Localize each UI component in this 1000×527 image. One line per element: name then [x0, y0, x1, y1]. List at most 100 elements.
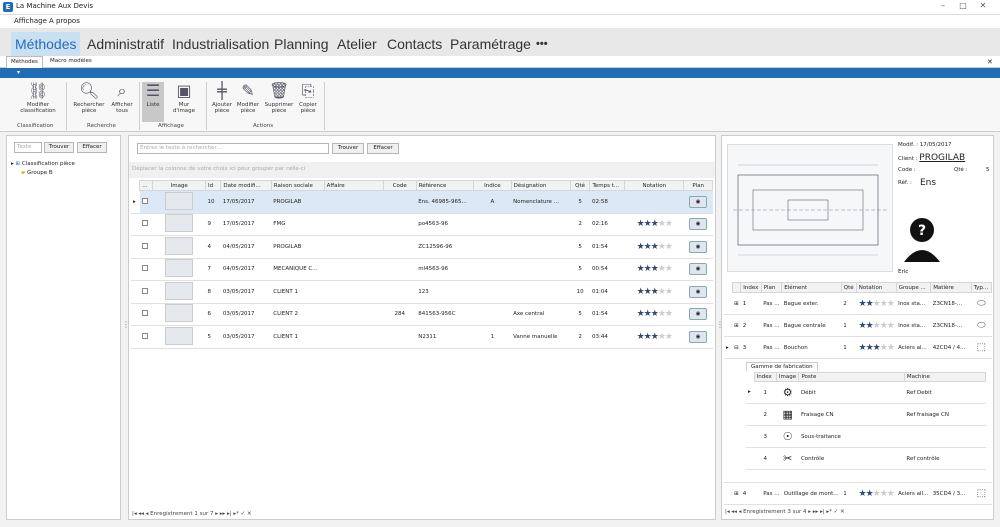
nav-industrialisation[interactable]: Industrialisation [168, 32, 273, 56]
row-checkbox[interactable] [141, 310, 148, 317]
eye-icon[interactable]: ◉ [689, 195, 708, 208]
maximize-icon[interactable]: □ [956, 1, 970, 10]
row-checkbox[interactable] [141, 265, 148, 272]
tree-item-groupe-b[interactable]: ▰ Groupe B [21, 170, 53, 176]
col-index[interactable]: Index [740, 282, 762, 293]
tab-gamme-fabrication[interactable]: Gamme de fabrication [746, 362, 818, 371]
table-row[interactable]: 9 17/05/2017 FMG po4563-96 2 02:16 ★★★★★ ◉ [131, 213, 713, 236]
element-row[interactable]: ▸ ⊟ 3 Pas ... Bouchon 1 ★★★★★ Aciers al... 42CD4… [724, 336, 992, 359]
select-cell[interactable] [139, 213, 153, 236]
col-image[interactable]: Image [775, 372, 800, 382]
nav-more[interactable]: ••• [532, 32, 552, 56]
eye-icon[interactable]: ◉ [689, 240, 708, 253]
close-subtab-icon[interactable]: ✕ [987, 58, 993, 66]
table-row[interactable]: 5 03/05/2017 CLIENT 1 N2311 1 Vanne manuelle 2… [131, 325, 713, 349]
col-plan[interactable]: Plan [760, 282, 783, 293]
row-checkbox[interactable] [141, 197, 148, 204]
right-pager[interactable]: |◂ ◂◂ ◂ Enregistrement 3 sur 4 ▸ ▸▸ ▸| ▸… [725, 509, 845, 515]
nav-planning[interactable]: Planning [270, 32, 333, 56]
mid-find-button[interactable]: Trouver [332, 143, 364, 154]
subtab-methodes[interactable]: Méthodes [6, 56, 43, 68]
row-checkbox[interactable] [141, 242, 148, 249]
col-indice[interactable]: Indice [473, 180, 512, 191]
table-row[interactable]: 6 03/05/2017 CLIENT 2 284 841563-956C Axe cen… [131, 303, 713, 326]
col-element[interactable]: Elément [781, 282, 842, 293]
left-search-input[interactable]: Texte [14, 142, 42, 153]
gamme-row[interactable]: 2 ▦ Fraisage CN Ref fraisage CN [746, 403, 986, 426]
col-type[interactable]: Typ... [970, 282, 993, 293]
expand-icon[interactable]: ⊞ [732, 482, 741, 505]
row-checkbox[interactable] [141, 287, 148, 294]
select-cell[interactable] [139, 258, 153, 281]
element-row[interactable]: ⊞ 4 Pas ... Outillage de mont... 1 ★★★★★ Acier… [724, 482, 992, 505]
add-part-button[interactable]: ╪ Ajouter pièce [210, 82, 234, 115]
nav-methodes[interactable]: Méthodes [11, 32, 81, 56]
nav-contacts[interactable]: Contacts [383, 32, 446, 56]
select-cell[interactable] [139, 280, 153, 304]
col-id[interactable]: Id [205, 180, 222, 191]
select-cell[interactable] [139, 325, 153, 349]
mid-search-input[interactable]: Entrez le texte à rechercher... [137, 143, 329, 154]
expand-icon[interactable]: ⊞ [732, 292, 741, 315]
left-clear-button[interactable]: Effacer [77, 142, 107, 153]
table-row[interactable]: 7 04/05/2017 MECANIQUE C... ml4563-96 5 00:54… [131, 258, 713, 281]
nav-parametrage[interactable]: Paramétrage [446, 32, 535, 56]
tree-item-root[interactable]: ▸ ⊞ Classification pièce [11, 161, 75, 167]
row-checkbox[interactable] [141, 332, 148, 339]
subtab-macro-modeles[interactable]: Macro modèles [50, 58, 92, 64]
menu-a-propos[interactable]: A propos [49, 17, 80, 25]
image-wall-button[interactable]: ▣ Mur d'image [167, 82, 201, 115]
eye-icon[interactable]: ◉ [689, 330, 708, 343]
delete-part-button[interactable]: 🗑︎ Supprimer pièce [263, 82, 295, 115]
col-date[interactable]: Date modifi... [220, 180, 272, 191]
left-find-button[interactable]: Trouver [44, 142, 74, 153]
nav-atelier[interactable]: Atelier [333, 32, 381, 56]
gamme-row[interactable]: ▸ 1 ⚙ Débit Ref Debit [746, 381, 986, 404]
col-raison[interactable]: Raison sociale [270, 180, 325, 191]
mid-pager[interactable]: |◂ ◂◂ ◂ Enregistrement 1 sur 7 ▸ ▸▸ ▸| ▸… [132, 511, 252, 517]
col-notation[interactable]: Notation [624, 180, 685, 191]
chevron-down-icon[interactable]: ▾ [17, 69, 20, 76]
nav-administratif[interactable]: Administratif [83, 32, 168, 56]
search-part-button[interactable]: 🔍︎ Rechercher pièce [72, 82, 106, 115]
select-cell[interactable] [139, 235, 153, 259]
col-groupe[interactable]: Groupe ... [895, 282, 932, 293]
table-row[interactable]: ▸ 10 17/05/2017 PROGILAB Ens. 46985-965... A N… [131, 190, 713, 214]
list-view-button[interactable]: ☰ Liste [142, 82, 164, 122]
col-machine[interactable]: Machine [903, 372, 987, 382]
modify-classification-button[interactable]: ⛓ Modifier classification [17, 82, 59, 115]
col-notation[interactable]: Notation [855, 282, 897, 293]
show-all-button[interactable]: ⌕ Afficher tous [108, 82, 136, 115]
close-icon[interactable]: ✕ [976, 1, 990, 10]
eye-icon[interactable]: ◉ [689, 263, 708, 276]
col-index[interactable]: Index [753, 372, 777, 382]
col-reference[interactable]: Référence [415, 180, 475, 191]
col-code[interactable]: Code [382, 180, 417, 191]
mid-clear-button[interactable]: Effacer [367, 143, 399, 154]
element-row[interactable]: ⊞ 1 Pas ... Bague exter. 2 ★★★★★ Inox sta... Z3… [724, 292, 992, 315]
table-row[interactable]: 8 03/05/2017 CLIENT 1 123 10 01:04 ★★★★★ ◉ [131, 280, 713, 304]
expand-icon[interactable]: ⊞ [732, 314, 741, 337]
eye-icon[interactable]: ◉ [689, 285, 708, 298]
gamme-row[interactable]: 4 ✂ Contrôle Ref contrôle [746, 447, 986, 470]
col-qte[interactable]: Qté [840, 282, 857, 293]
eye-icon[interactable]: ◉ [689, 308, 708, 321]
col-designation[interactable]: Désignation [510, 180, 571, 191]
gamme-row[interactable]: 3 ☉ Sous-traitance [746, 425, 986, 448]
col-matiere[interactable]: Matière [930, 282, 972, 293]
ribbon-collapse-bar[interactable]: ▾ [0, 68, 1000, 78]
client-value[interactable]: PROGILAB [919, 153, 965, 163]
col-temps[interactable]: Temps t... [589, 180, 626, 191]
select-cell[interactable] [139, 190, 153, 214]
col-image[interactable]: Image [152, 180, 207, 191]
expand-icon[interactable]: ⊟ [732, 336, 741, 359]
col-poste[interactable]: Poste [798, 372, 905, 382]
menu-affichage[interactable]: Affichage [14, 17, 47, 25]
element-row[interactable]: ⊞ 2 Pas ... Bague centrale 1 ★★★★★ Inox sta...… [724, 314, 992, 337]
col-affaire[interactable]: Affaire [323, 180, 384, 191]
select-cell[interactable] [139, 303, 153, 326]
row-checkbox[interactable] [141, 220, 148, 227]
col-plan[interactable]: Plan [683, 180, 713, 191]
col-select[interactable]: ... [139, 180, 154, 191]
minimize-icon[interactable]: – [936, 1, 950, 10]
